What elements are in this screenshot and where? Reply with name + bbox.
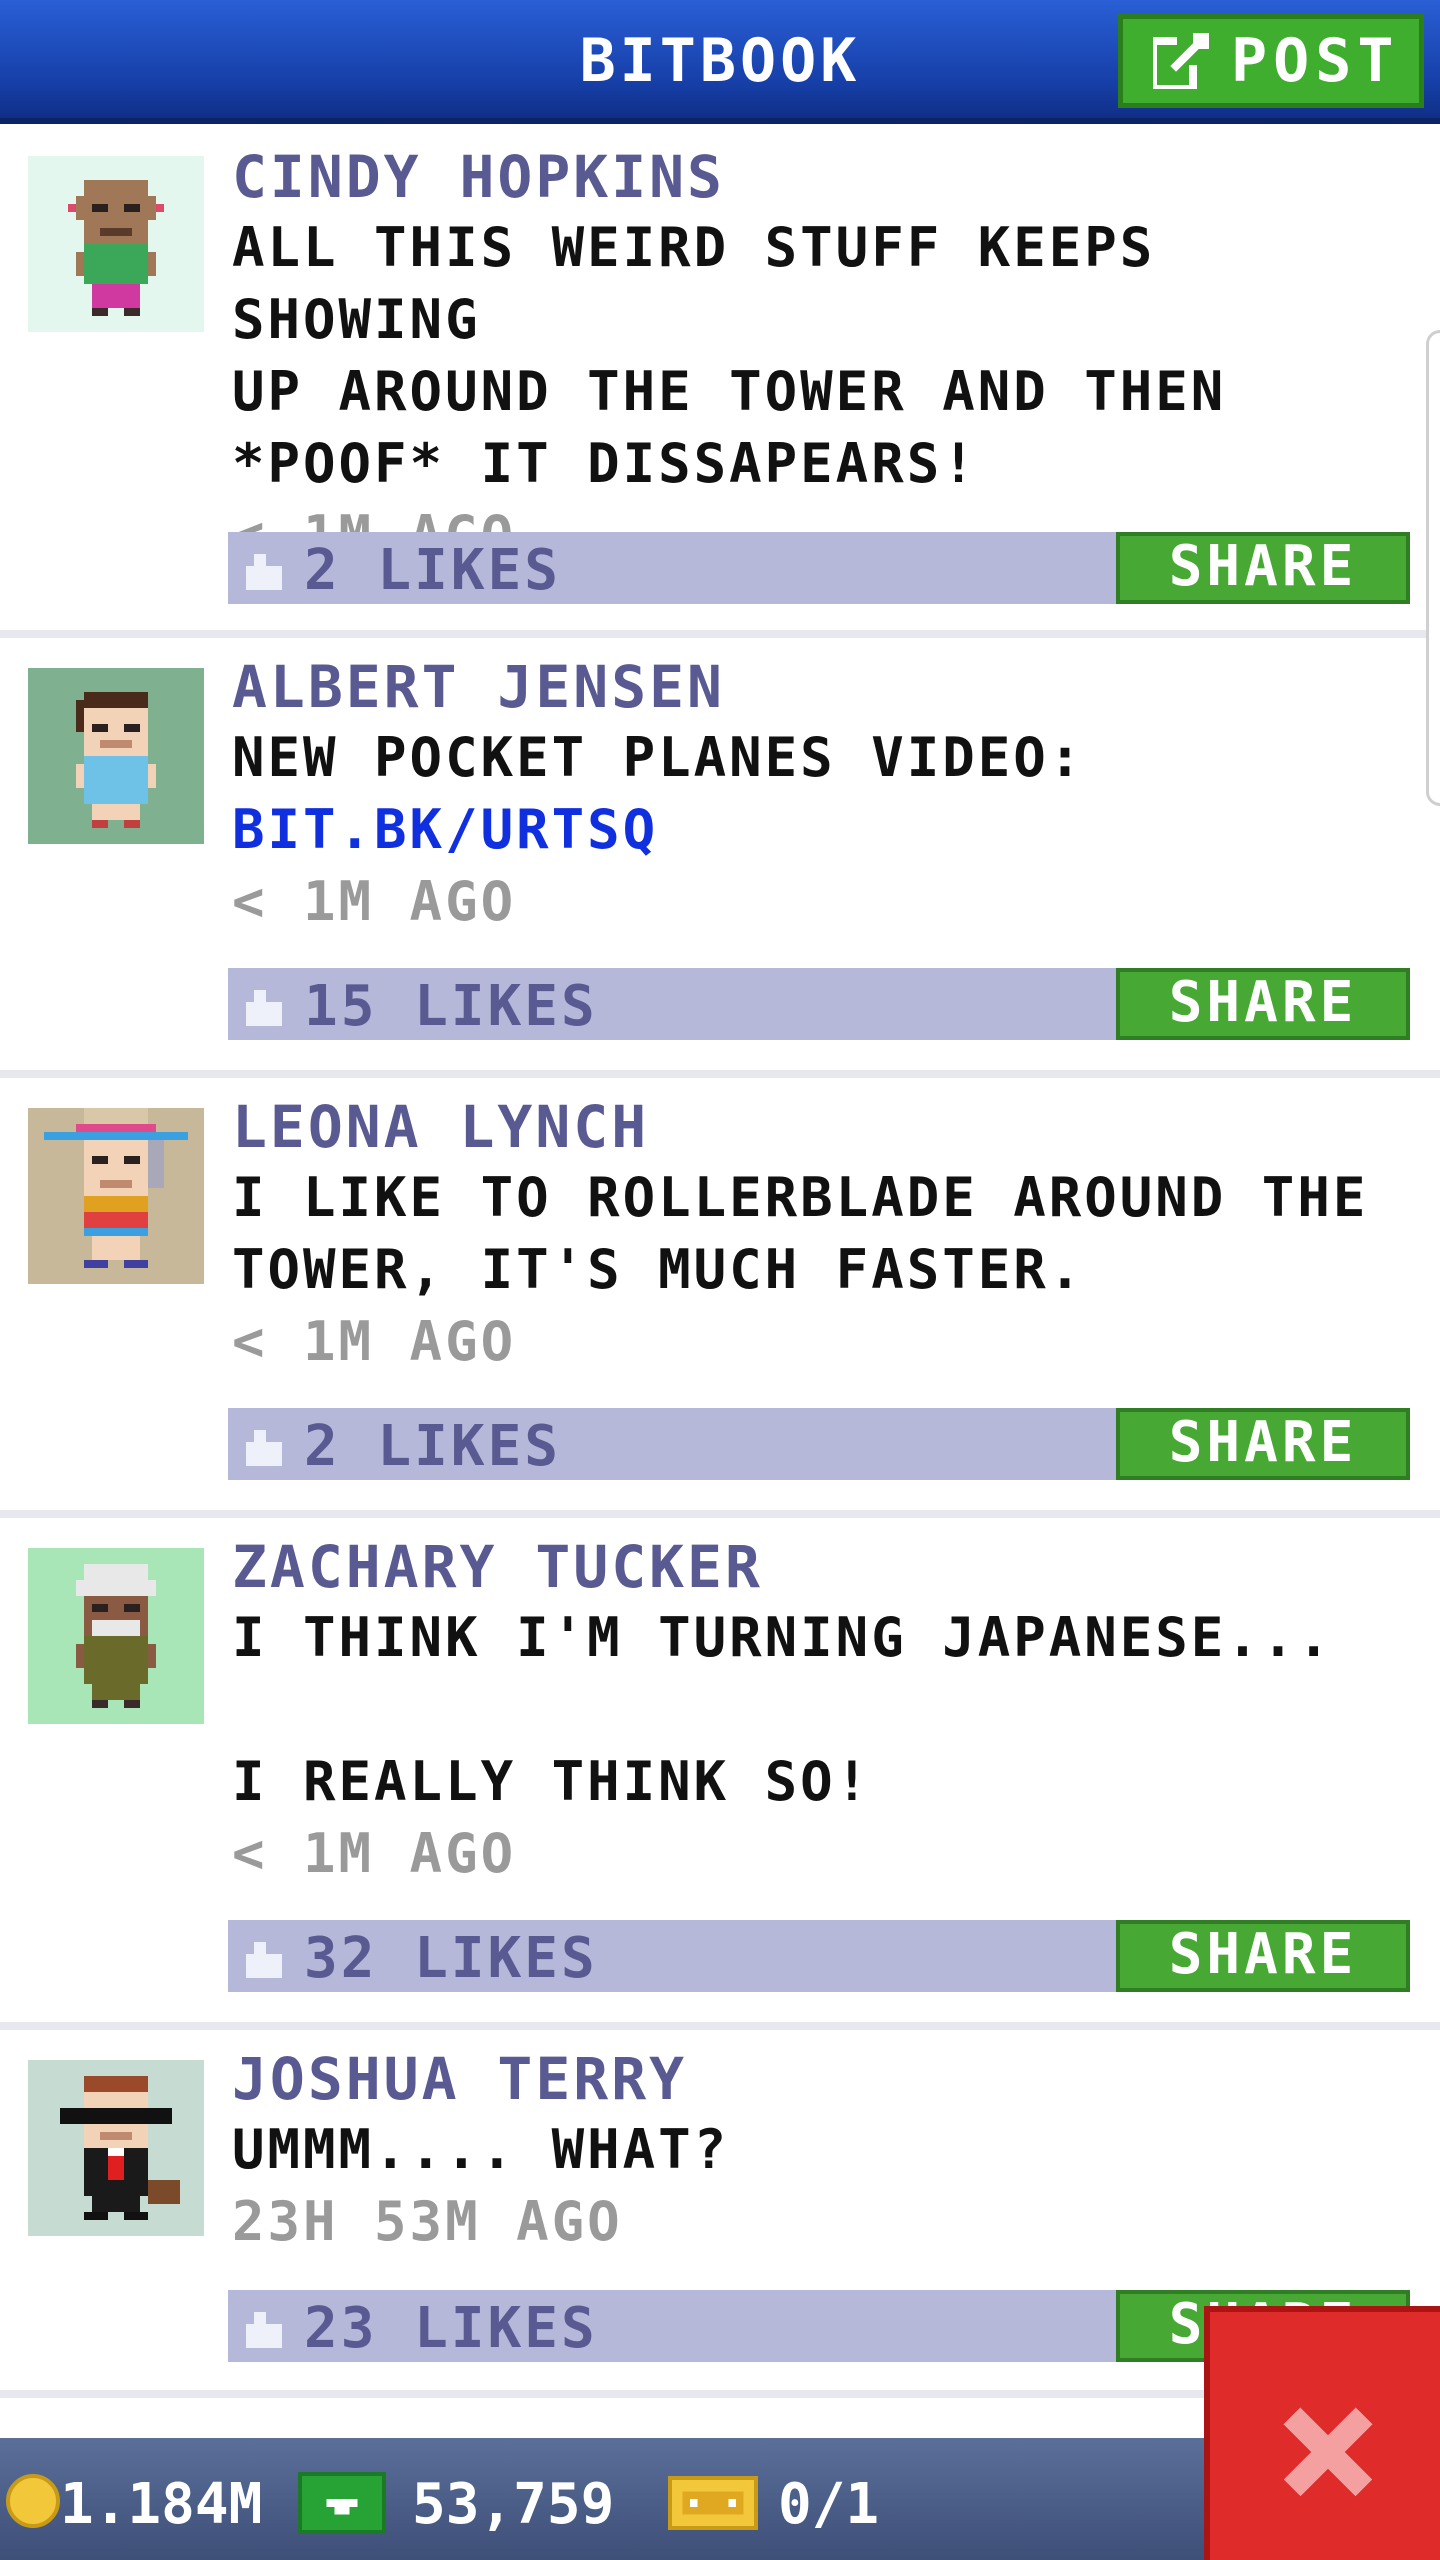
close-button[interactable]	[1204, 2306, 1440, 2560]
coin-icon	[6, 2474, 60, 2528]
post-author[interactable]: CINDY HOPKINS	[232, 142, 1412, 212]
thumbs-up-icon[interactable]	[242, 1934, 286, 1978]
avatar[interactable]	[28, 668, 204, 844]
likes-count: 2 LIKES	[304, 1414, 562, 1479]
post-message: I THINK I'M TURNING JAPANESE... I REALLY…	[232, 1606, 1333, 1813]
ticket-icon	[668, 2476, 758, 2530]
post-author[interactable]: JOSHUA TERRY	[232, 2044, 1412, 2114]
post-message: I LIKE TO ROLLERBLADE AROUND THE TOWER, …	[232, 1166, 1369, 1301]
post-link-line: BIT.BK/URTSQ	[232, 794, 1412, 866]
thumbs-up-icon[interactable]	[242, 1422, 286, 1466]
coins-value: 1.184M	[60, 2472, 263, 2537]
feed-list: CINDY HOPKINS ALL THIS WEIRD STUFF KEEPS…	[0, 130, 1440, 2398]
thumbs-up-icon[interactable]	[242, 982, 286, 1026]
bux-value: 53,759	[412, 2472, 615, 2537]
avatar[interactable]	[28, 2060, 204, 2236]
likes-count: 32 LIKES	[304, 1926, 598, 1991]
tickets-value: 0/1	[778, 2472, 880, 2537]
post-time: < 1M AGO	[232, 1822, 517, 1885]
avatar[interactable]	[28, 1108, 204, 1284]
likes-count: 23 LIKES	[304, 2296, 598, 2361]
close-icon	[1276, 2400, 1380, 2508]
avatar[interactable]	[28, 1548, 204, 1724]
scrollbar[interactable]	[1426, 330, 1440, 806]
like-bar: 2 LIKES SHARE	[228, 1408, 1410, 1480]
post-time: 23H 53M AGO	[232, 2190, 623, 2253]
post-author[interactable]: ALBERT JENSEN	[232, 652, 1412, 722]
thumbs-up-icon[interactable]	[242, 546, 286, 590]
post-message: ALL THIS WEIRD STUFF KEEPS SHOWING UP AR…	[232, 216, 1227, 495]
like-bar: 15 LIKES SHARE	[228, 968, 1410, 1040]
bux-icon	[298, 2472, 386, 2534]
like-bar: 2 LIKES SHARE	[228, 532, 1410, 604]
post-message: UMMM.... WHAT?	[232, 2118, 730, 2181]
feed-post: CINDY HOPKINS ALL THIS WEIRD STUFF KEEPS…	[0, 130, 1440, 638]
avatar[interactable]	[28, 156, 204, 332]
app-header: BITBOOK POST	[0, 0, 1440, 124]
feed-post: ALBERT JENSEN NEW POCKET PLANES VIDEO: B…	[0, 638, 1440, 1078]
likes-count: 15 LIKES	[304, 974, 598, 1039]
post-author[interactable]: ZACHARY TUCKER	[232, 1532, 1412, 1602]
like-bar: 32 LIKES SHARE	[228, 1920, 1410, 1992]
likes-count: 2 LIKES	[304, 538, 562, 603]
edit-icon	[1149, 33, 1209, 93]
share-button[interactable]: SHARE	[1116, 532, 1410, 604]
post-button-label: POST	[1231, 26, 1400, 96]
share-button[interactable]: SHARE	[1116, 968, 1410, 1040]
post-time: < 1M AGO	[232, 1310, 517, 1373]
feed-post: LEONA LYNCH I LIKE TO ROLLERBLADE AROUND…	[0, 1078, 1440, 1518]
post-author[interactable]: LEONA LYNCH	[232, 1092, 1412, 1162]
post-time: < 1M AGO	[232, 870, 517, 933]
feed-post: ZACHARY TUCKER I THINK I'M TURNING JAPAN…	[0, 1518, 1440, 2030]
thumbs-up-icon[interactable]	[242, 2304, 286, 2348]
share-button[interactable]: SHARE	[1116, 1408, 1410, 1480]
post-button[interactable]: POST	[1118, 14, 1424, 108]
post-message: NEW POCKET PLANES VIDEO:	[232, 726, 1085, 789]
share-button[interactable]: SHARE	[1116, 1920, 1410, 1992]
post-link[interactable]: BIT.BK/URTSQ	[232, 798, 658, 861]
